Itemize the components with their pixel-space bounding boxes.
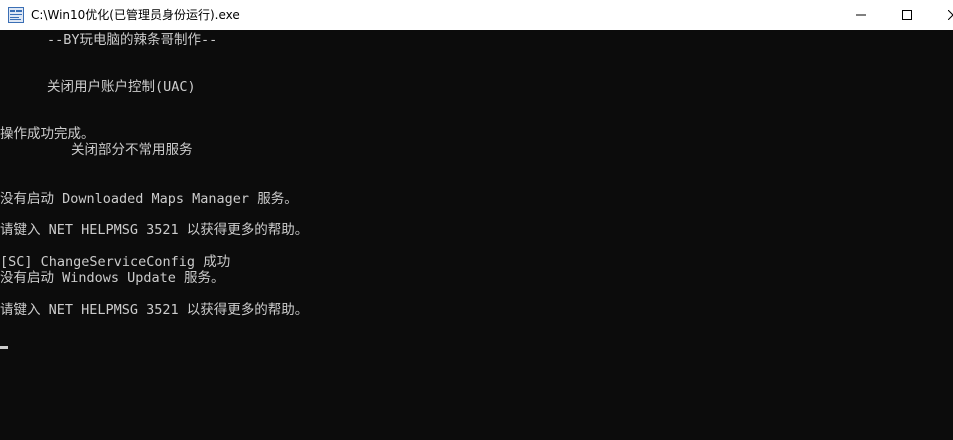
console-line-credit: --BY玩电脑的辣条哥制作-- (47, 32, 218, 48)
close-icon (948, 10, 953, 20)
console-window: C:\Win10优化(已管理员身份运行).exe --BY玩电脑的辣条哥制作--… (0, 0, 953, 440)
title-bar[interactable]: C:\Win10优化(已管理员身份运行).exe (0, 0, 953, 30)
window-title: C:\Win10优化(已管理员身份运行).exe (31, 8, 240, 22)
minimize-button[interactable] (838, 0, 884, 30)
console-line-update-not-started: 没有启动 Windows Update 服务。 (0, 270, 225, 286)
maximize-button[interactable] (884, 0, 930, 30)
console-line-sc-config: [SC] ChangeServiceConfig 成功 (0, 254, 231, 270)
console-line-maps-not-started: 没有启动 Downloaded Maps Manager 服务。 (0, 191, 298, 207)
console-line-services-heading: 关闭部分不常用服务 (71, 142, 193, 158)
cmd-app-icon (8, 7, 24, 23)
maximize-icon (902, 10, 912, 20)
console-line-success: 操作成功完成。 (0, 126, 95, 142)
text-cursor (0, 346, 8, 349)
console-line-helpmsg-2: 请键入 NET HELPMSG 3521 以获得更多的帮助。 (0, 302, 309, 318)
console-line-helpmsg-1: 请键入 NET HELPMSG 3521 以获得更多的帮助。 (0, 222, 309, 238)
minimize-icon (856, 14, 866, 16)
close-button[interactable] (930, 0, 953, 30)
console-output[interactable]: --BY玩电脑的辣条哥制作-- 关闭用户账户控制(UAC) 操作成功完成。 关闭… (0, 30, 953, 440)
console-line-uac-heading: 关闭用户账户控制(UAC) (47, 79, 196, 95)
